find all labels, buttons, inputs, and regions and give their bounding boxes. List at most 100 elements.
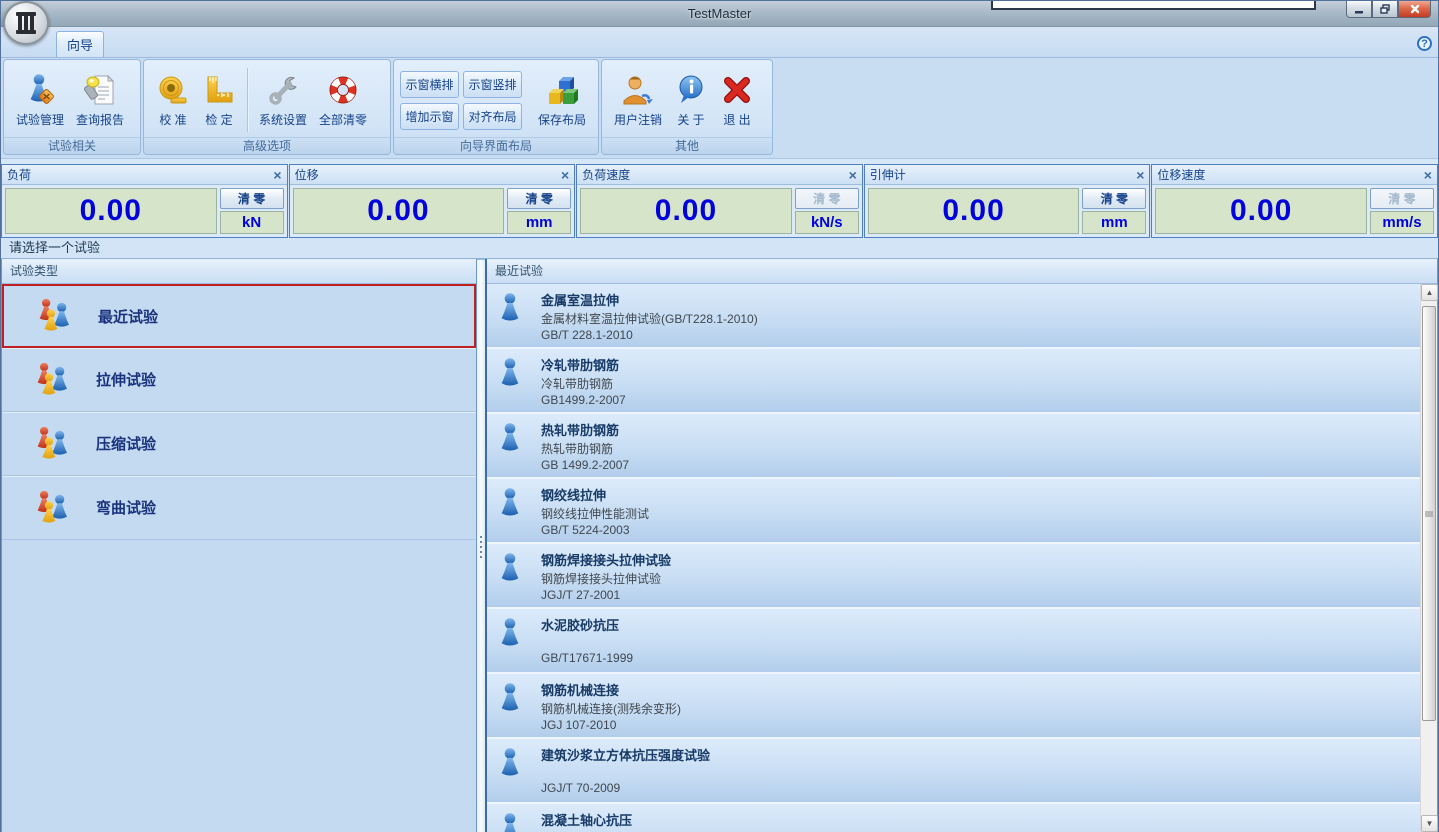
clear-button: 清 零 bbox=[795, 188, 859, 209]
button-label: 保存布局 bbox=[538, 111, 586, 128]
test-type-compression[interactable]: 压缩试验 bbox=[2, 412, 476, 476]
clear-button[interactable]: 清 零 bbox=[507, 188, 571, 209]
test-group-icon bbox=[34, 488, 74, 528]
group-label: 向导界面布局 bbox=[394, 137, 598, 154]
list-item[interactable]: 建筑沙浆立方体抗压强度试验JGJ/T 70-2009 bbox=[487, 739, 1420, 804]
value-display: 0.00 bbox=[5, 188, 217, 234]
close-icon bbox=[1409, 3, 1421, 15]
minimize-button[interactable] bbox=[1346, 1, 1372, 18]
restore-button[interactable] bbox=[1372, 1, 1398, 18]
test-type-bend[interactable]: 弯曲试验 bbox=[2, 476, 476, 540]
test-title: 热轧带肋钢筋 bbox=[541, 420, 629, 439]
value-display: 0.00 bbox=[868, 188, 1080, 234]
user-logout-icon bbox=[621, 73, 655, 107]
meter-body: 0.00 清 零 mm bbox=[865, 185, 1150, 237]
meter-load-speed: 负荷速度 × 0.00 清 零 kN/s bbox=[576, 164, 863, 238]
test-type-tensile[interactable]: 拉伸试验 bbox=[2, 348, 476, 412]
list-item[interactable]: 热轧带肋钢筋热轧带肋钢筋GB 1499.2-2007 bbox=[487, 414, 1420, 479]
button-label: 退 出 bbox=[723, 111, 750, 128]
panel-splitter[interactable] bbox=[477, 259, 485, 832]
testmaster-window: TestMaster 向导 ? bbox=[0, 0, 1439, 832]
meter-displacement-speed: 位移速度 × 0.00 清 零 mm/s bbox=[1151, 164, 1438, 238]
separator bbox=[247, 68, 248, 132]
list-item[interactable]: 冷轧带肋钢筋冷轧带肋钢筋GB1499.2-2007 bbox=[487, 349, 1420, 414]
pawn-icon bbox=[497, 680, 527, 737]
calibration-icon bbox=[156, 73, 190, 107]
unit-label: kN/s bbox=[795, 211, 859, 234]
pawn-icon bbox=[497, 615, 527, 672]
verification-button[interactable]: 检 定 bbox=[196, 70, 242, 131]
application-menu-button[interactable] bbox=[3, 1, 49, 45]
scrollbar-thumb[interactable] bbox=[1422, 306, 1436, 721]
list-item[interactable]: 钢绞线拉伸钢绞线拉伸性能测试GB/T 5224-2003 bbox=[487, 479, 1420, 544]
query-report-button[interactable]: 查询报告 bbox=[70, 70, 130, 131]
test-standard: JGJ/T 27-2001 bbox=[541, 588, 671, 603]
close-icon[interactable]: × bbox=[1136, 168, 1144, 182]
test-management-icon bbox=[23, 73, 57, 107]
clear-all-icon bbox=[326, 73, 360, 107]
list-item[interactable]: 金属室温拉伸金属材料室温拉伸试验(GB/T228.1-2010)GB/T 228… bbox=[487, 284, 1420, 349]
close-icon[interactable]: × bbox=[1424, 168, 1432, 182]
help-icon[interactable]: ? bbox=[1417, 36, 1432, 51]
system-settings-button[interactable]: 系统设置 bbox=[253, 70, 313, 131]
clear-button[interactable]: 清 零 bbox=[1082, 188, 1146, 209]
minimize-icon bbox=[1353, 3, 1365, 15]
pawn-icon bbox=[497, 420, 527, 477]
group-advanced-options: 校 准 检 定 bbox=[143, 59, 391, 155]
test-description bbox=[541, 765, 710, 780]
exit-button[interactable]: 退 出 bbox=[714, 70, 760, 131]
windows-horizontal-button[interactable]: 示窗横排 bbox=[400, 71, 459, 98]
group-label: 其他 bbox=[602, 137, 772, 154]
pawn-icon bbox=[497, 550, 527, 607]
scroll-up-icon[interactable]: ▲ bbox=[1421, 284, 1438, 301]
test-management-button[interactable]: 试验管理 bbox=[10, 70, 70, 131]
close-button[interactable] bbox=[1398, 1, 1431, 18]
meter-value: 0.00 bbox=[80, 194, 142, 228]
add-window-button[interactable]: 增加示窗 bbox=[400, 103, 459, 130]
test-title: 金属室温拉伸 bbox=[541, 290, 758, 309]
query-report-icon bbox=[83, 73, 117, 107]
select-test-prompt: 请选择一个试验 bbox=[1, 238, 1438, 259]
save-layout-button[interactable]: 保存布局 bbox=[532, 70, 592, 131]
test-description bbox=[541, 635, 633, 650]
test-type-recent[interactable]: 最近试验 bbox=[2, 284, 476, 348]
test-group-icon bbox=[34, 424, 74, 464]
list-item[interactable]: 钢筋焊接接头拉伸试验钢筋焊接接头拉伸试验JGJ/T 27-2001 bbox=[487, 544, 1420, 609]
meter-value: 0.00 bbox=[367, 194, 429, 228]
test-title: 混凝土轴心抗压 bbox=[541, 810, 632, 829]
test-title: 冷轧带肋钢筋 bbox=[541, 355, 626, 374]
clear-button[interactable]: 清 零 bbox=[220, 188, 284, 209]
pawn-icon bbox=[497, 745, 527, 802]
meter-title-bar: 位移 × bbox=[290, 165, 575, 185]
meter-body: 0.00 清 零 mm bbox=[290, 185, 575, 237]
recent-tests-panel: 最近试验 金属室温拉伸金属材料室温拉伸试验(GB/T228.1-2010)GB/… bbox=[485, 259, 1438, 832]
windows-vertical-button[interactable]: 示窗竖排 bbox=[463, 71, 522, 98]
main-area: 试验类型 最近试验 拉伸试验 bbox=[1, 259, 1438, 832]
user-logout-button[interactable]: 用户注销 bbox=[608, 70, 668, 131]
about-button[interactable]: 关 于 bbox=[668, 70, 714, 131]
meter-load: 负荷 × 0.00 清 零 kN bbox=[1, 164, 288, 238]
tab-wizard[interactable]: 向导 bbox=[56, 31, 104, 57]
meter-value: 0.00 bbox=[1230, 194, 1292, 228]
button-label: 查询报告 bbox=[76, 111, 124, 128]
test-title: 水泥胶砂抗压 bbox=[541, 615, 633, 634]
list-item[interactable]: 混凝土轴心抗压 bbox=[487, 804, 1420, 832]
scroll-down-icon[interactable]: ▼ bbox=[1421, 815, 1438, 832]
button-label: 系统设置 bbox=[259, 111, 307, 128]
close-icon[interactable]: × bbox=[561, 168, 569, 182]
pawn-icon bbox=[497, 355, 527, 412]
calibration-button[interactable]: 校 准 bbox=[150, 70, 196, 131]
test-standard: GB 1499.2-2007 bbox=[541, 458, 629, 473]
list-item[interactable]: 钢筋机械连接钢筋机械连接(测残余变形)JGJ 107-2010 bbox=[487, 674, 1420, 739]
close-icon[interactable]: × bbox=[273, 168, 281, 182]
align-layout-button[interactable]: 对齐布局 bbox=[463, 103, 522, 130]
scrollbar-grip-icon bbox=[1425, 511, 1433, 516]
test-description: 钢筋焊接接头拉伸试验 bbox=[541, 570, 671, 587]
test-standard: GB/T 5224-2003 bbox=[541, 523, 649, 538]
vertical-scrollbar[interactable]: ▲ ▼ bbox=[1420, 284, 1437, 832]
close-icon[interactable]: × bbox=[849, 168, 857, 182]
test-group-icon bbox=[36, 296, 76, 336]
clear-all-button[interactable]: 全部清零 bbox=[313, 70, 373, 131]
test-types-panel: 试验类型 最近试验 拉伸试验 bbox=[1, 259, 477, 832]
list-item[interactable]: 水泥胶砂抗压GB/T17671-1999 bbox=[487, 609, 1420, 674]
